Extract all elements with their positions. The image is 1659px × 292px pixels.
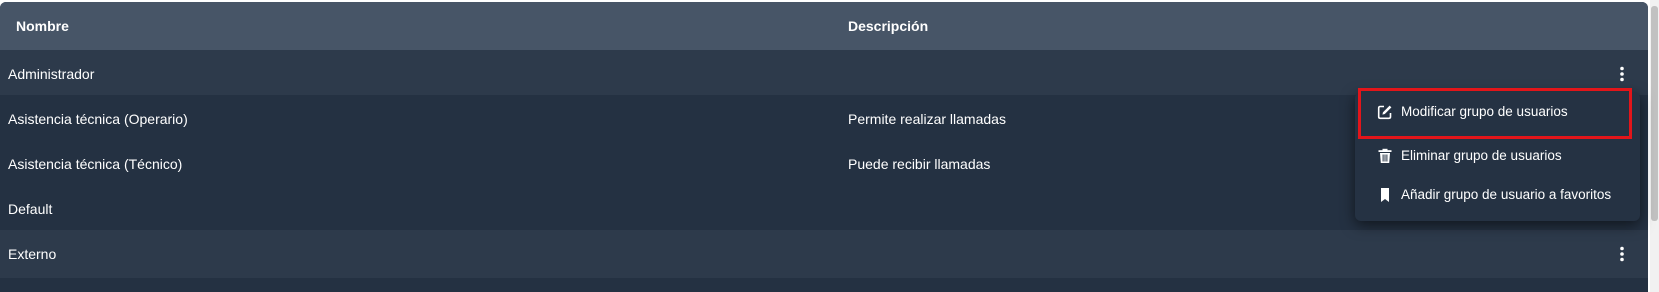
menu-item-label: Modificar grupo de usuarios: [1401, 104, 1568, 119]
column-header-name[interactable]: Nombre: [16, 2, 69, 50]
vertical-scrollbar[interactable]: [1650, 0, 1659, 292]
menu-item-add-favorite[interactable]: Añadir grupo de usuario a favoritos: [1355, 175, 1640, 215]
row-context-menu: Modificar grupo de usuarios Eliminar gru…: [1355, 92, 1640, 221]
menu-item-delete-group[interactable]: Eliminar grupo de usuarios: [1355, 136, 1640, 176]
row-name: Administrador: [8, 66, 95, 82]
trash-icon: [1377, 148, 1393, 164]
edit-icon: [1377, 104, 1393, 120]
row-name: Asistencia técnica (Técnico): [8, 156, 183, 172]
row-actions-icon[interactable]: [1612, 244, 1632, 264]
column-header-description[interactable]: Descripción: [848, 2, 928, 50]
row-name: Asistencia técnica (Operario): [8, 111, 188, 127]
scrollbar-thumb[interactable]: [1651, 6, 1658, 221]
row-name: Default: [8, 201, 53, 217]
user-groups-view: Nombre Descripción Administrador Asisten…: [0, 0, 1659, 292]
menu-item-edit-group[interactable]: Modificar grupo de usuarios: [1355, 92, 1640, 132]
table-row[interactable]: Externo: [0, 230, 1648, 278]
row-actions-icon[interactable]: [1612, 64, 1632, 84]
menu-item-label: Añadir grupo de usuario a favoritos: [1401, 187, 1612, 202]
row-description: Permite realizar llamadas: [848, 111, 1006, 127]
table-header: Nombre Descripción: [0, 2, 1648, 50]
row-description: Puede recibir llamadas: [848, 156, 991, 172]
bookmark-icon: [1377, 187, 1393, 203]
table-row[interactable]: Administrador: [0, 50, 1648, 98]
row-name: Externo: [8, 246, 57, 262]
menu-item-label: Eliminar grupo de usuarios: [1401, 148, 1562, 163]
